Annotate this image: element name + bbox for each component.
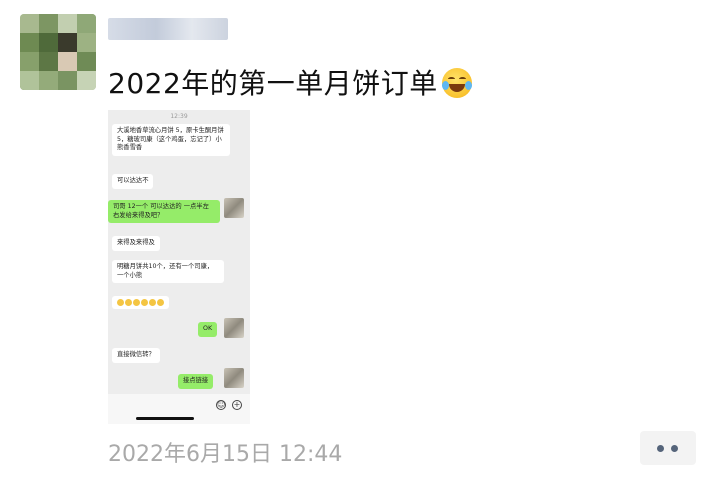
chat-avatar <box>224 198 244 218</box>
more-dots-icon-part <box>671 445 678 452</box>
post-timestamp: 2022年6月15日 12:44 <box>108 442 343 467</box>
post-text-content: 2022年的第一单月饼订单 <box>108 67 438 100</box>
chat-message: 来得及来得及 <box>112 236 160 251</box>
tears-of-joy-icon <box>441 68 472 98</box>
home-indicator <box>136 417 194 420</box>
screenshot-input-bar: ☺ + <box>108 394 250 424</box>
chat-message: 接点链接 <box>178 374 214 389</box>
plus-icon: + <box>232 400 242 410</box>
screenshot-status-time: 12:39 <box>170 113 188 120</box>
chat-message: OK <box>198 322 218 337</box>
chat-message: 司哥 12一个 可以达达的 一点半左右发给来得及吧？ <box>108 200 220 224</box>
chat-message: 大溪地香草流心月饼 5，原卡生酮月饼 5，糖玻司康（这个鸡蛋，忘记了）小熊香雪香 <box>112 124 230 156</box>
avatar[interactable] <box>20 14 96 90</box>
chat-emoji-message <box>112 296 169 309</box>
chat-screenshot-image[interactable]: 12:39 大溪地香草流心月饼 5，原卡生酮月饼 5，糖玻司康（这个鸡蛋，忘记了… <box>108 110 250 424</box>
chat-avatar <box>224 368 244 388</box>
chat-avatar <box>224 318 244 338</box>
emoji-icon: ☺ <box>216 400 226 410</box>
more-dots-icon <box>657 445 664 452</box>
emoji-row-icon <box>117 299 164 306</box>
more-button[interactable] <box>640 431 696 465</box>
chat-message: 明糖月饼共10个，还有一个司康，一个小熊 <box>112 260 224 284</box>
chat-message: 可以达达不 <box>112 174 154 189</box>
chat-message: 直接微信转？ <box>112 348 160 363</box>
username-blurred[interactable] <box>108 18 228 40</box>
post-text: 2022年的第一单月饼订单 <box>108 62 472 102</box>
